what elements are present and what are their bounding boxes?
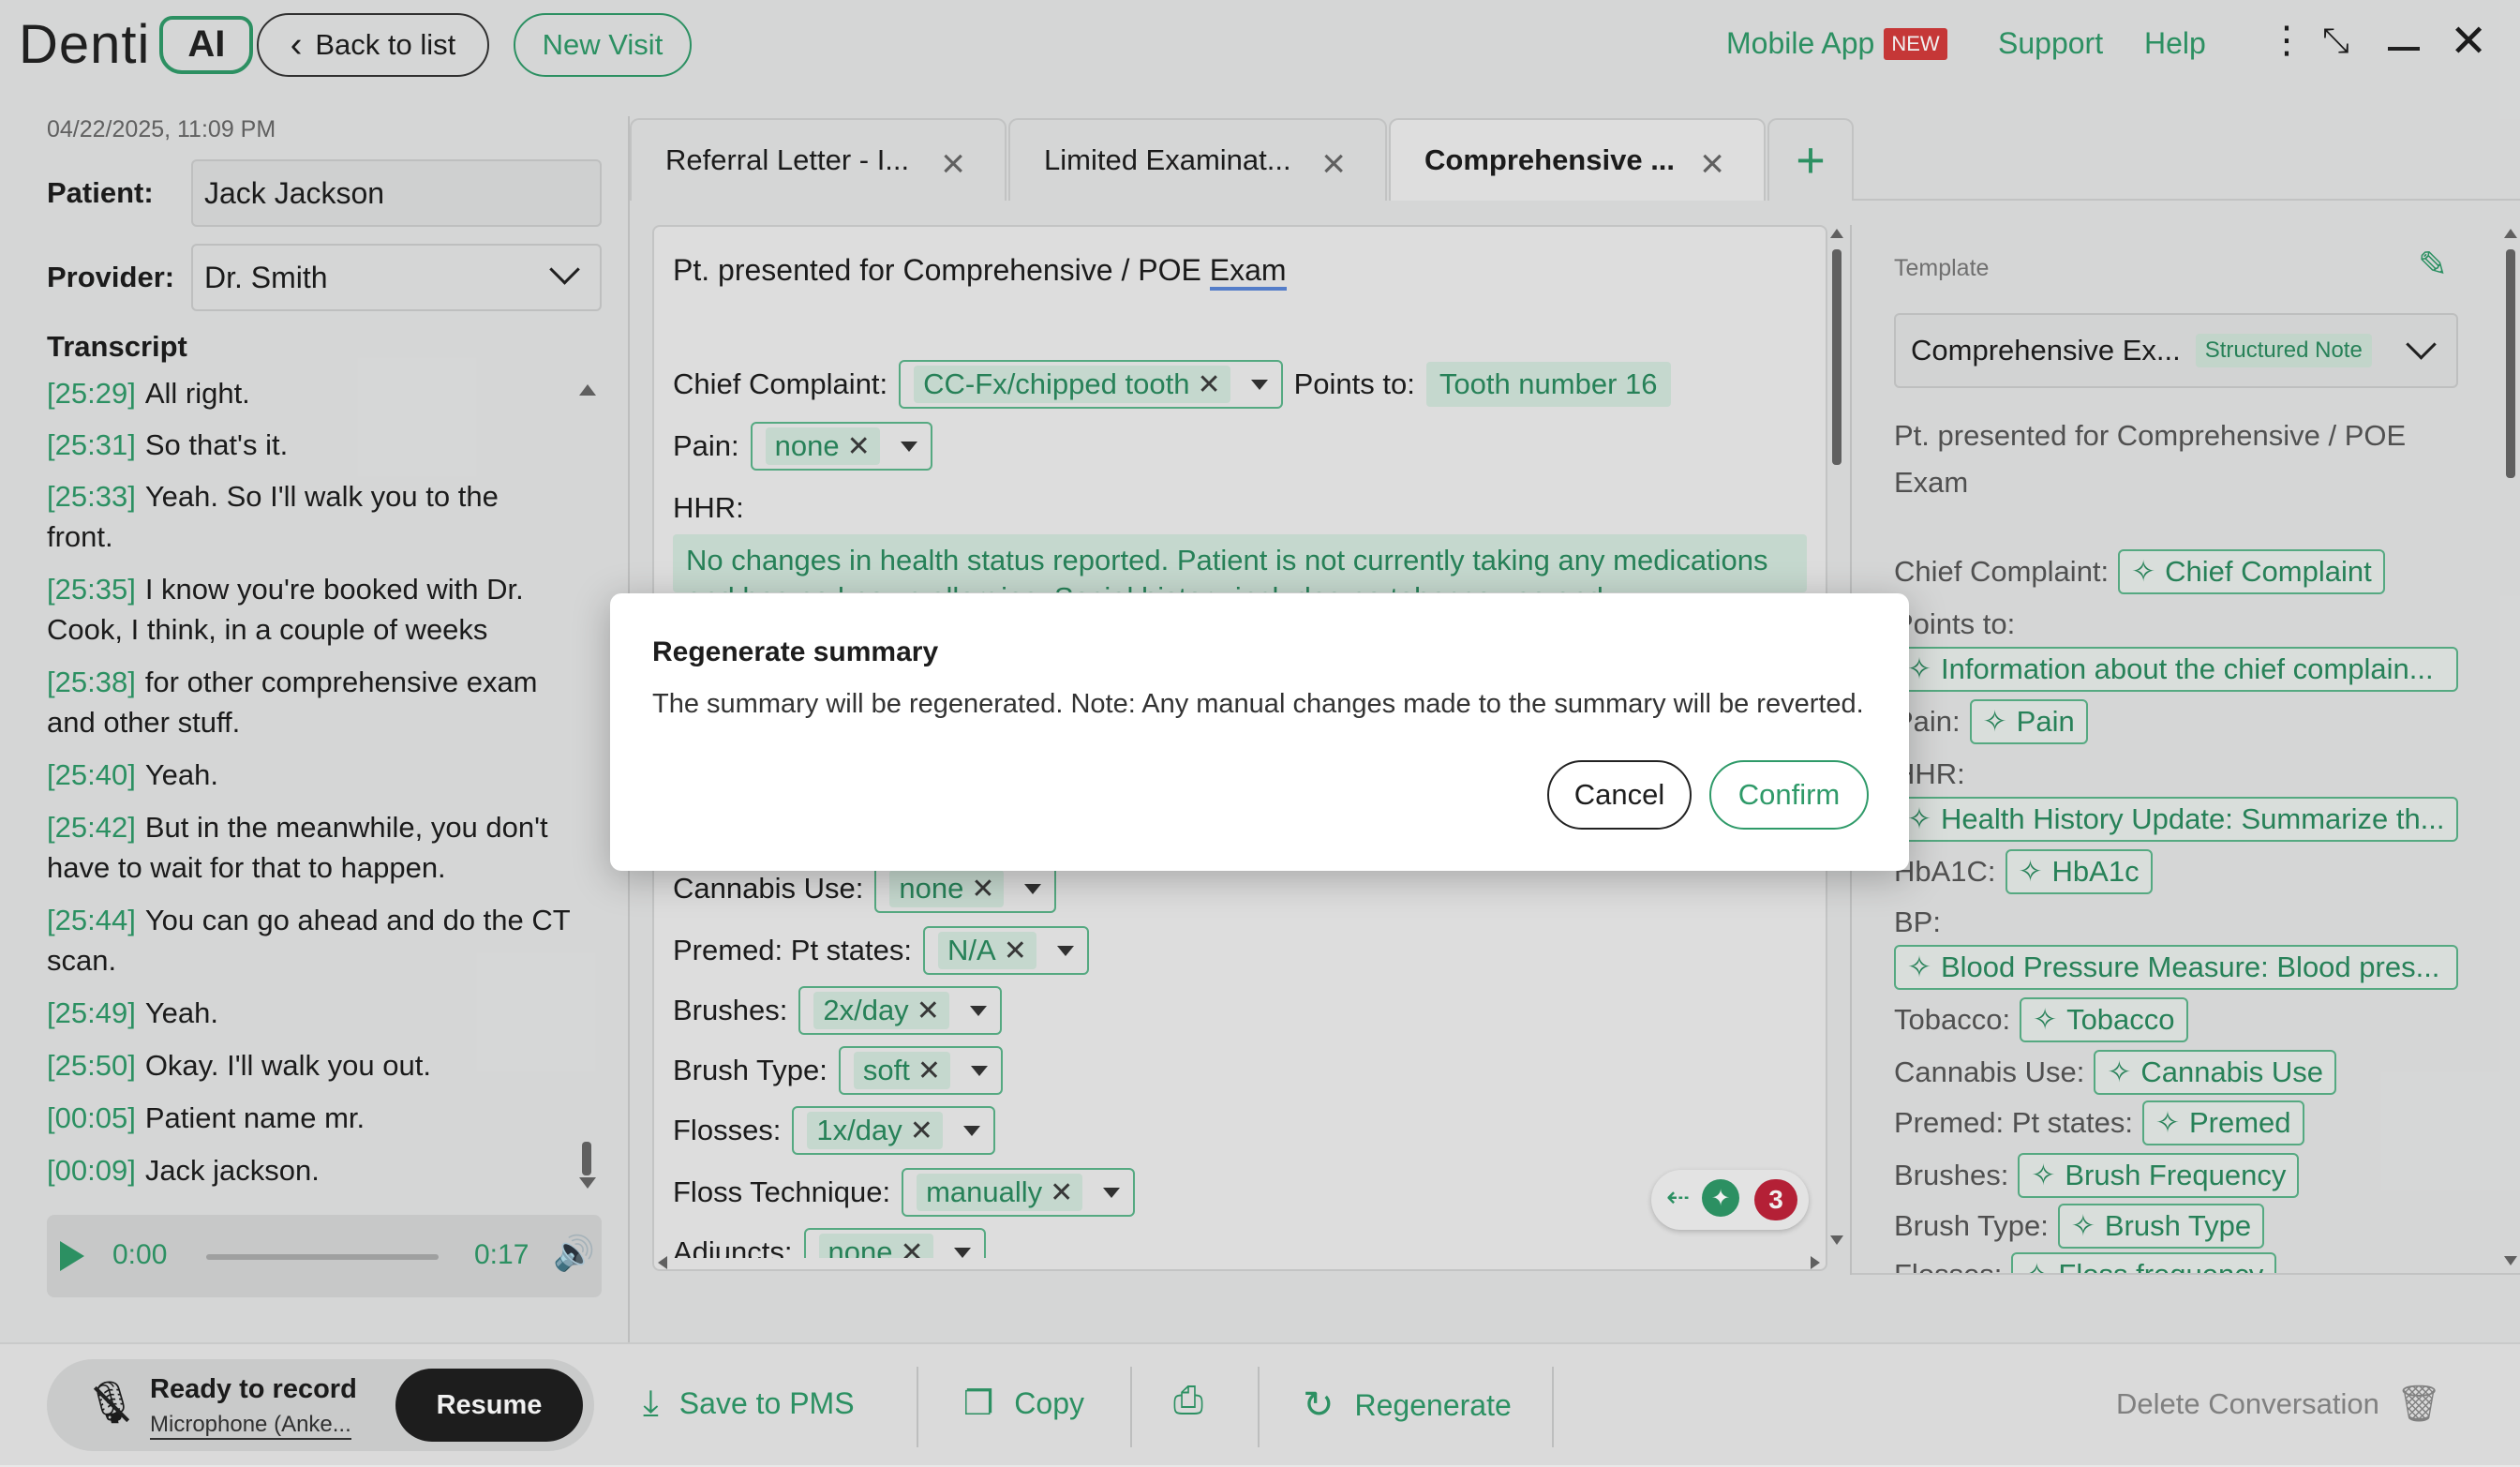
cancel-label: Cancel [1573,778,1665,811]
confirm-label: Confirm [1737,778,1841,811]
cancel-button[interactable]: Cancel [1547,760,1692,830]
dialog-title: Regenerate summary [652,636,939,667]
regenerate-dialog: Regenerate summary The summary will be r… [610,593,1909,871]
confirm-button[interactable]: Confirm [1709,760,1869,830]
dialog-message: The summary will be regenerated. Note: A… [652,689,1864,719]
